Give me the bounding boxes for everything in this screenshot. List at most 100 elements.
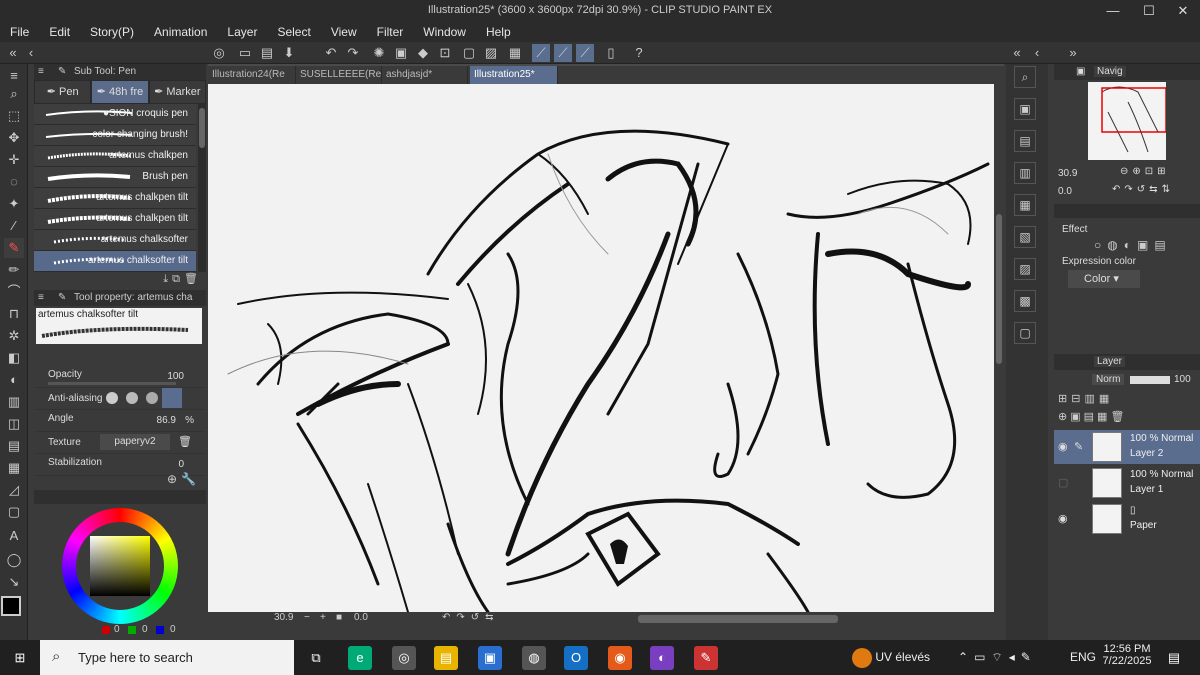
material-frame-icon[interactable]: ▨ xyxy=(1014,258,1036,280)
brush-item[interactable]: artemus chalkpen tilt xyxy=(34,209,196,230)
delete-layer-icon[interactable]: 🗑 xyxy=(1110,411,1127,423)
menu-filter[interactable]: Filter xyxy=(367,22,414,42)
fit-icon[interactable]: ■ xyxy=(336,612,342,623)
main-color-swatch[interactable] xyxy=(1,596,21,616)
text-tool-icon[interactable]: A xyxy=(4,526,24,546)
rotate-right-icon[interactable]: ↷ xyxy=(1124,184,1136,195)
texture-effect-icon[interactable]: ▣ xyxy=(1137,238,1154,252)
texture-clear-icon[interactable]: 🗑 xyxy=(178,435,192,448)
visibility-eye-icon[interactable]: ◉ xyxy=(1058,440,1068,453)
reset-rotate-icon[interactable]: ↺ xyxy=(471,612,485,623)
reset-icon[interactable]: ⊕ xyxy=(167,472,181,486)
battery-icon[interactable]: ▭ xyxy=(974,650,991,664)
opacity-value[interactable]: 100 xyxy=(167,371,184,382)
extract-line-icon[interactable]: ▤ xyxy=(1154,238,1171,252)
saturation-square[interactable] xyxy=(90,536,150,596)
fill-icon[interactable]: ◆ xyxy=(414,44,432,62)
panel-expand-right-icon[interactable]: ‹ xyxy=(1028,44,1046,62)
antialias-medium-icon[interactable] xyxy=(146,392,158,404)
redo-icon[interactable]: ↷ xyxy=(344,44,362,62)
panel-collapse-right-icon[interactable]: « xyxy=(1008,44,1026,62)
transform-icon[interactable]: ⊡ xyxy=(436,44,454,62)
rotate-left-icon[interactable]: ↶ xyxy=(1112,184,1124,195)
angle-value[interactable]: 86.9 xyxy=(157,415,176,426)
canvas-zoom-value[interactable]: 30.9 xyxy=(274,612,293,623)
gradient-tool-icon[interactable]: ◫ xyxy=(4,414,24,434)
doc-tab[interactable]: Illustration24(Re xyxy=(208,66,296,84)
windows-start-icon[interactable]: ⊞ xyxy=(8,646,32,670)
deselect-icon[interactable]: ▢ xyxy=(460,44,478,62)
canvas-horizontal-scrollbar[interactable] xyxy=(638,615,838,623)
open-file-icon[interactable]: ▤ xyxy=(258,44,276,62)
lasso-tool-icon[interactable]: ◌ xyxy=(4,172,24,192)
menu-edit[interactable]: Edit xyxy=(39,22,80,42)
help-icon[interactable]: ? xyxy=(630,44,648,62)
new-file-icon[interactable]: ▭ xyxy=(236,44,254,62)
navigator-preview[interactable] xyxy=(1088,82,1167,160)
layer-row-selected[interactable]: ◉ ✎ 100 % Normal Layer 2 xyxy=(1054,430,1200,464)
layer-mask-icon[interactable]: ▦ xyxy=(1097,411,1110,423)
fit-navigator-icon[interactable]: ⊞ xyxy=(1157,166,1169,177)
doc-tab-active[interactable]: Illustration25* xyxy=(470,66,558,84)
network-icon[interactable]: ⌔ xyxy=(991,650,1008,664)
opacity-slider[interactable] xyxy=(48,382,176,385)
clock[interactable]: 12:56 PM 7/22/2025 xyxy=(1102,643,1152,667)
flip-icon[interactable]: ⇆ xyxy=(485,612,499,623)
material-brush-icon[interactable]: ▢ xyxy=(1014,322,1036,344)
app-mask-icon[interactable]: ◐ xyxy=(650,646,674,670)
app-paint-icon[interactable]: ✎ xyxy=(694,646,718,670)
minimize-button[interactable]: — xyxy=(1098,1,1128,21)
operation-tool-icon[interactable]: ⬚ xyxy=(4,106,24,126)
correct-line-tool-icon[interactable]: ↘ xyxy=(4,572,24,592)
layer-row[interactable]: ◉ ▯ Paper xyxy=(1054,502,1200,536)
new-vector-layer-icon[interactable]: ▣ xyxy=(1070,411,1083,423)
store-icon[interactable]: ▣ xyxy=(478,646,502,670)
outlook-icon[interactable]: O xyxy=(564,646,588,670)
brush-item[interactable]: color changing brush! xyxy=(34,125,196,146)
tab-navigator[interactable]: Navig xyxy=(1094,66,1126,77)
zoom-tool-icon[interactable]: ⌕ xyxy=(4,84,24,104)
notification-icon[interactable]: ▤ xyxy=(1162,646,1186,670)
clip-studio-icon[interactable]: ◎ xyxy=(210,44,228,62)
brush-item[interactable]: artemus chalkpen tilt xyxy=(34,188,196,209)
lock-icon[interactable]: ▥ xyxy=(1084,393,1098,405)
actual-size-icon[interactable]: ⊡ xyxy=(1145,166,1157,177)
duplicate-subtool-icon[interactable]: ⧉ xyxy=(172,273,184,285)
snap-grid-icon[interactable]: ⟋ xyxy=(576,44,594,62)
menu-select[interactable]: Select xyxy=(267,22,320,42)
airbrush-tool-icon[interactable]: ⊓ xyxy=(4,304,24,324)
invert-selection-icon[interactable]: ▨ xyxy=(482,44,500,62)
language-indicator[interactable]: ENG xyxy=(1070,640,1096,675)
zoom-out-icon[interactable]: ⊖ xyxy=(1120,166,1132,177)
menu-view[interactable]: View xyxy=(321,22,367,42)
rotate-left-icon[interactable]: ↶ xyxy=(442,612,456,623)
layer-move-tool-icon[interactable]: ✥ xyxy=(4,128,24,148)
reset-rotate-icon[interactable]: ↺ xyxy=(1137,184,1149,195)
texture-value[interactable]: paperyv2 xyxy=(100,434,170,450)
material-image-icon[interactable]: ▤ xyxy=(1014,130,1036,152)
snap-special-ruler-icon[interactable]: ⟋ xyxy=(554,44,572,62)
material-3d-icon[interactable]: ▦ xyxy=(1014,194,1036,216)
layer-row[interactable]: ▢ 100 % Normal Layer 1 xyxy=(1054,466,1200,500)
volume-icon[interactable]: ◂ xyxy=(1009,650,1021,664)
visibility-toggle-icon[interactable]: ▢ xyxy=(1058,476,1068,489)
border-effect-icon[interactable]: ○ xyxy=(1094,238,1107,252)
edge-icon[interactable]: e xyxy=(348,646,372,670)
firefox-icon[interactable]: ◉ xyxy=(608,646,632,670)
brush-item[interactable]: Brush pen xyxy=(34,167,196,188)
panel-menu-icon[interactable]: ≡ xyxy=(38,64,44,80)
clip-studio-taskbar-icon[interactable]: ◎ xyxy=(392,646,416,670)
material-folder-icon[interactable]: ▩ xyxy=(1014,290,1036,312)
canvas-angle-value[interactable]: 0.0 xyxy=(354,612,368,623)
visibility-eye-icon[interactable]: ◉ xyxy=(1058,512,1068,525)
show-selection-icon[interactable]: ▦ xyxy=(506,44,524,62)
antialias-weak-icon[interactable] xyxy=(126,392,138,404)
panel-expand-icon[interactable]: ‹ xyxy=(22,44,40,62)
menu-animation[interactable]: Animation xyxy=(144,22,217,42)
texture-row[interactable]: Texture paperyv2 🗑 xyxy=(34,432,206,454)
close-button[interactable]: ✕ xyxy=(1168,1,1198,21)
balloon-tool-icon[interactable]: ◯ xyxy=(4,550,24,570)
flip-vertical-icon[interactable]: ⇅ xyxy=(1162,184,1174,195)
tab-48h-free[interactable]: ✒ 48h fre xyxy=(91,80,149,104)
reference-icon[interactable]: ⊟ xyxy=(1071,393,1084,405)
